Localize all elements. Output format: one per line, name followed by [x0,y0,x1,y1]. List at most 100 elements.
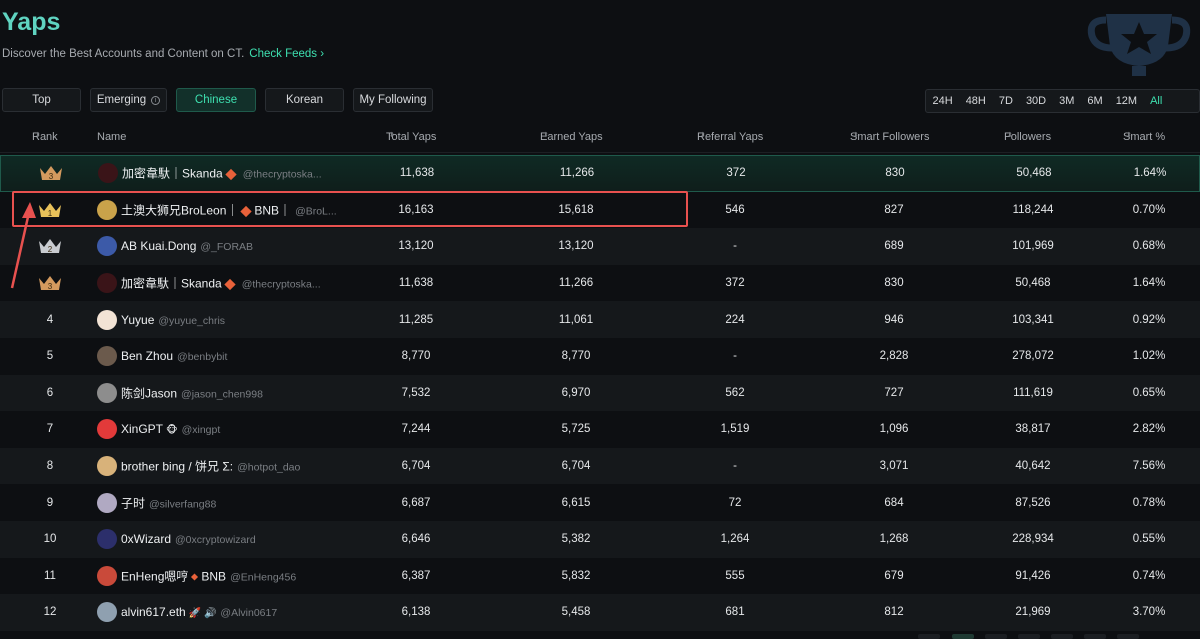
period-all[interactable]: All [1144,95,1169,107]
pager-dot[interactable] [1117,634,1139,639]
table-row[interactable]: 4 Yuyue @yuyue_chris 11,285 11,061 224 946 103,… [0,301,1200,338]
account-name[interactable]: 子时 @silverfang88 [121,494,216,511]
avatar[interactable] [97,273,117,294]
smart-followers-cell: 727 [884,386,904,399]
table-row[interactable]: 2 AB Kuai.Dong @_FORAB 13,120 13,120 - 689 101,… [0,228,1200,265]
account-handle: @EnHeng456 [230,571,297,584]
table-row[interactable]: 3 加密韋馱｜Skanda @thecryptoska... 11,638 11,266… [0,155,1200,192]
filter-my-following-button[interactable]: My Following [353,88,433,112]
account-name[interactable]: AB Kuai.Dong @_FORAB [121,239,253,253]
avatar[interactable] [97,236,117,257]
smart-followers-cell: 827 [884,203,904,216]
filter-label: My Following [359,94,427,106]
table-row[interactable]: 9 子时 @silverfang88 6,687 6,615 72 684 87,526 0.7… [0,484,1200,521]
diamond-badge-icon [191,573,199,581]
pager-dot[interactable] [918,634,940,639]
account-name[interactable]: Yuyue @yuyue_chris [121,313,225,327]
period-30d[interactable]: 30D [1019,95,1052,107]
filter-chinese-button[interactable]: Chinese [176,88,256,112]
check-feeds-link[interactable]: Check Feeds › [249,48,324,60]
period-7d[interactable]: 7D [992,95,1019,107]
account-name[interactable]: 加密韋馱｜Skanda @thecryptoska... [121,275,321,292]
crown-rank-number: 3 [49,172,54,181]
display-name: EnHeng嗯哼 [121,569,189,584]
account-name[interactable]: EnHeng嗯哼 BNB @EnHeng456 [121,567,296,584]
period-12m[interactable]: 12M [1109,95,1143,107]
earned-yaps-cell: 6,970 [561,386,591,399]
table-row[interactable]: 7 XinGPT 🐵 @xingpt 7,244 5,725 1,519 1,096 38,81… [0,411,1200,448]
avatar[interactable] [97,602,117,623]
smart-followers-cell: 830 [884,277,904,290]
smart-pct-cell: 0.74% [1132,569,1166,582]
crown-rank-number: 2 [48,245,53,254]
table-row[interactable]: 6 陈剑Jason @jason_chen998 7,532 6,970 562 727 11… [0,374,1200,412]
avatar[interactable] [97,309,117,330]
account-name[interactable]: 0xWizard @0xcryptowizard [121,532,256,546]
table-row[interactable]: 8 brother bing / 饼兄 Σ: @hotpot_dao 6,704 6,7… [0,447,1200,485]
followers-cell: 101,969 [1012,240,1054,253]
display-name: Yuyue [121,312,155,327]
filter-korean-button[interactable]: Korean [265,88,344,112]
period-3m[interactable]: 3M [1053,95,1081,107]
pager-dot[interactable] [985,634,1007,639]
avatar[interactable] [97,529,117,550]
account-name[interactable]: 土澳大狮兄BroLeon｜ BNB｜ @BroL... [121,201,337,218]
period-24h[interactable]: 24H [926,95,959,107]
table-row[interactable]: 5 Ben Zhou @benbybit 8,770 8,770 - 2,828 278,07… [0,338,1200,375]
table-row[interactable]: 11 EnHeng嗯哼 BNB @EnHeng456 6,387 5,832 555 679 9… [0,558,1200,595]
period-6m[interactable]: 6M [1081,95,1109,107]
smart-followers-cell: 830 [885,167,905,180]
rank-number: 9 [46,496,54,509]
table-row[interactable]: 1 土澳大狮兄BroLeon｜ BNB｜ @BroL... 16,163 15,618 54… [0,192,1200,229]
followers-cell: 103,341 [1012,313,1054,326]
col-smart-followers-label: Smart Followers [850,131,930,143]
avatar[interactable] [98,163,118,184]
emoji-badge-icon: 🚀 🔊 [188,608,217,620]
avatar[interactable] [97,382,117,403]
account-handle: @silverfang88 [149,498,217,511]
table-row[interactable]: 12 alvin617.eth 🚀 🔊 @Alvin0617 6,138 5,458 681… [0,594,1200,631]
account-name[interactable]: brother bing / 饼兄 Σ: @hotpot_dao [121,458,300,475]
pager-dot-active[interactable] [952,634,974,639]
total-yaps-cell: 11,638 [398,277,434,290]
earned-yaps-cell: 5,832 [561,569,591,582]
account-name[interactable]: 加密韋馱｜Skanda @thecryptoska... [122,165,322,182]
account-name[interactable]: 陈剑Jason @jason_chen998 [121,384,263,401]
filter-emerging-button[interactable]: Emerging i [90,88,167,112]
account-handle: @_FORAB [200,241,254,254]
referral-yaps-cell: 372 [726,167,746,180]
avatar[interactable] [97,492,117,513]
display-name: alvin617.eth [121,605,186,620]
account-name[interactable]: Ben Zhou @benbybit [121,349,227,363]
rank-number: 11 [44,569,56,582]
pager-dot[interactable] [1018,634,1040,639]
avatar[interactable] [97,565,117,586]
total-yaps-cell: 13,120 [398,240,434,253]
filter-label: Top [32,94,51,106]
check-feeds-label: Check Feeds [249,48,318,60]
period-48h[interactable]: 48H [959,95,992,107]
diamond-badge-icon [224,278,236,291]
earned-yaps-cell: 13,120 [558,240,594,253]
table-header: Rank ⬍ Name Total Yaps ⬍ Earned Yaps ⬍ Refe… [0,131,1200,149]
avatar[interactable] [97,346,117,367]
pager-dot[interactable] [1084,634,1106,639]
filter-label: Chinese [194,94,238,106]
smart-pct-cell: 7.56% [1132,460,1166,473]
pager-dot[interactable] [1051,634,1073,639]
display-name: XinGPT [121,422,164,437]
avatar[interactable] [97,456,117,477]
smart-followers-cell: 684 [884,496,904,509]
filter-top-button[interactable]: Top [2,88,81,112]
chevron-right-icon: › [320,48,325,60]
avatar[interactable] [97,199,117,220]
avatar[interactable] [97,419,117,440]
rank-number: 12 [43,606,57,619]
total-yaps-cell: 11,285 [398,313,434,326]
table-row[interactable]: 3 加密韋馱｜Skanda @thecryptoska... 11,638 11,266… [0,265,1200,302]
referral-yaps-cell: 681 [725,606,745,619]
table-row[interactable]: 10 0xWizard @0xcryptowizard 6,646 5,382 1,264… [0,521,1200,558]
account-name[interactable]: alvin617.eth 🚀 🔊 @Alvin0617 [121,605,277,619]
account-name[interactable]: XinGPT 🐵 @xingpt [121,422,220,436]
referral-yaps-cell: 1,264 [720,533,750,546]
